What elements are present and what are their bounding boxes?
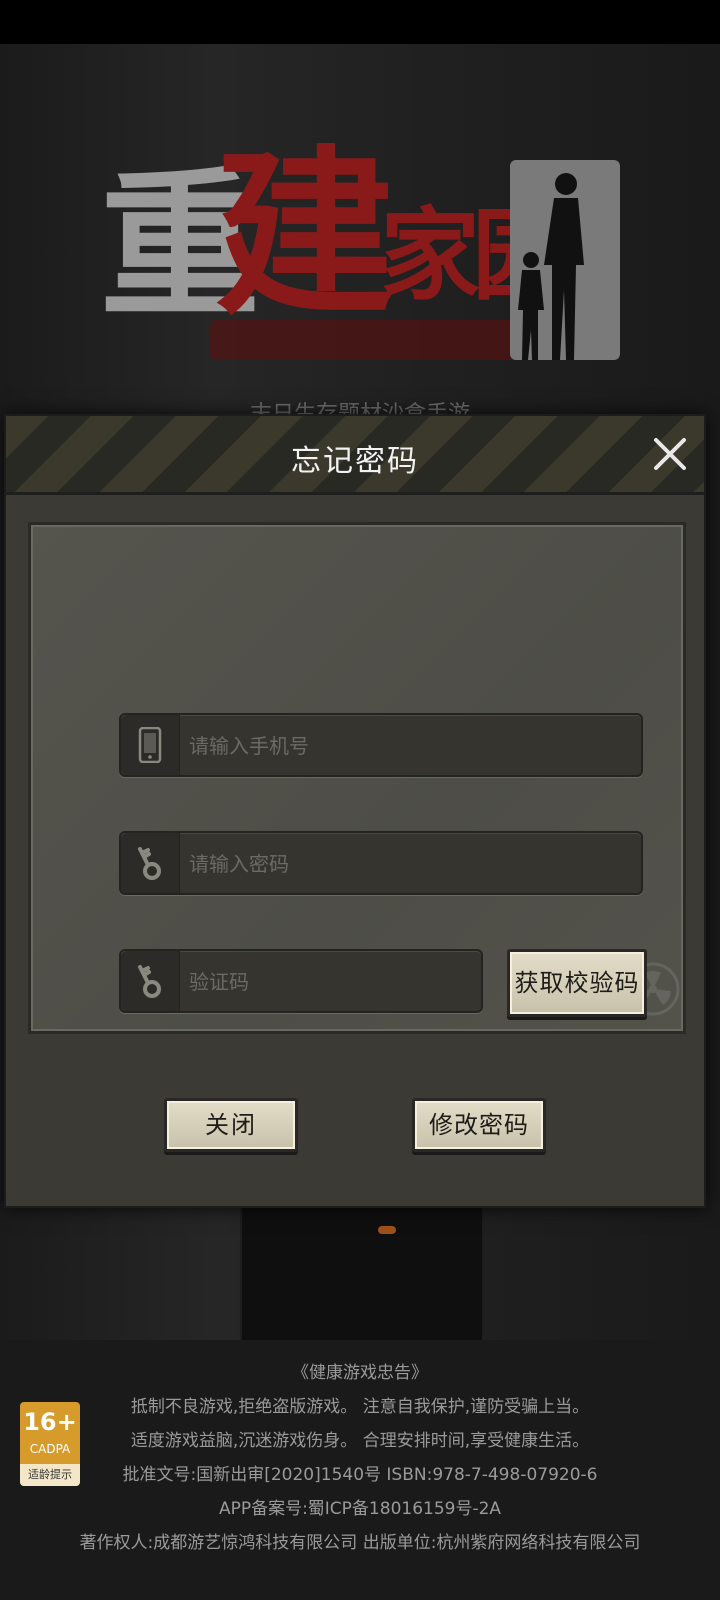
key-icon: [121, 833, 180, 893]
advisory-line: 抵制不良游戏,拒绝盗版游戏。 注意自我保护,谨防受骗上当。: [130, 1397, 590, 1417]
copyright-line: 著作权人:成都游艺惊鸿科技有限公司 出版单位:杭州紫府网络科技有限公司: [79, 1533, 641, 1553]
change-password-button[interactable]: 修改密码: [412, 1098, 546, 1152]
form-panel: 获取校验码: [28, 522, 686, 1034]
forgot-password-dialog: 忘记密码 请输入手机号 验证码 获取校验码 关闭 修改密码: [4, 414, 706, 1208]
advisory-title: 《健康游戏忠告》: [292, 1363, 428, 1383]
approval-number: 批准文号:国新出审[2020]1540号 ISBN:978-7-498-0792…: [122, 1465, 598, 1485]
password-input[interactable]: [187, 833, 631, 895]
close-button[interactable]: 关闭: [164, 1098, 298, 1152]
key-icon: [121, 951, 180, 1011]
logo-char-2: 建: [215, 129, 396, 340]
icp-number: APP备案号:蜀ICP备18016159号-2A: [218, 1499, 502, 1519]
family-silhouette-icon: [510, 160, 620, 360]
background-lamp: [378, 1226, 396, 1234]
status-bar: [0, 0, 720, 44]
phone-input[interactable]: [187, 715, 631, 777]
advisory-line: 适度游戏益脑,沉迷游戏伤身。 合理安排时间,享受健康生活。: [130, 1431, 590, 1451]
code-input[interactable]: [187, 951, 471, 1013]
code-field: [119, 949, 483, 1013]
game-logo: 重 建 家园: [100, 145, 620, 375]
get-code-button[interactable]: 获取校验码: [507, 949, 647, 1017]
password-field: [119, 831, 643, 895]
phone-icon: [121, 715, 180, 775]
dialog-title: 忘记密码: [291, 444, 419, 479]
phone-field: [119, 713, 643, 777]
close-icon[interactable]: [650, 434, 690, 474]
